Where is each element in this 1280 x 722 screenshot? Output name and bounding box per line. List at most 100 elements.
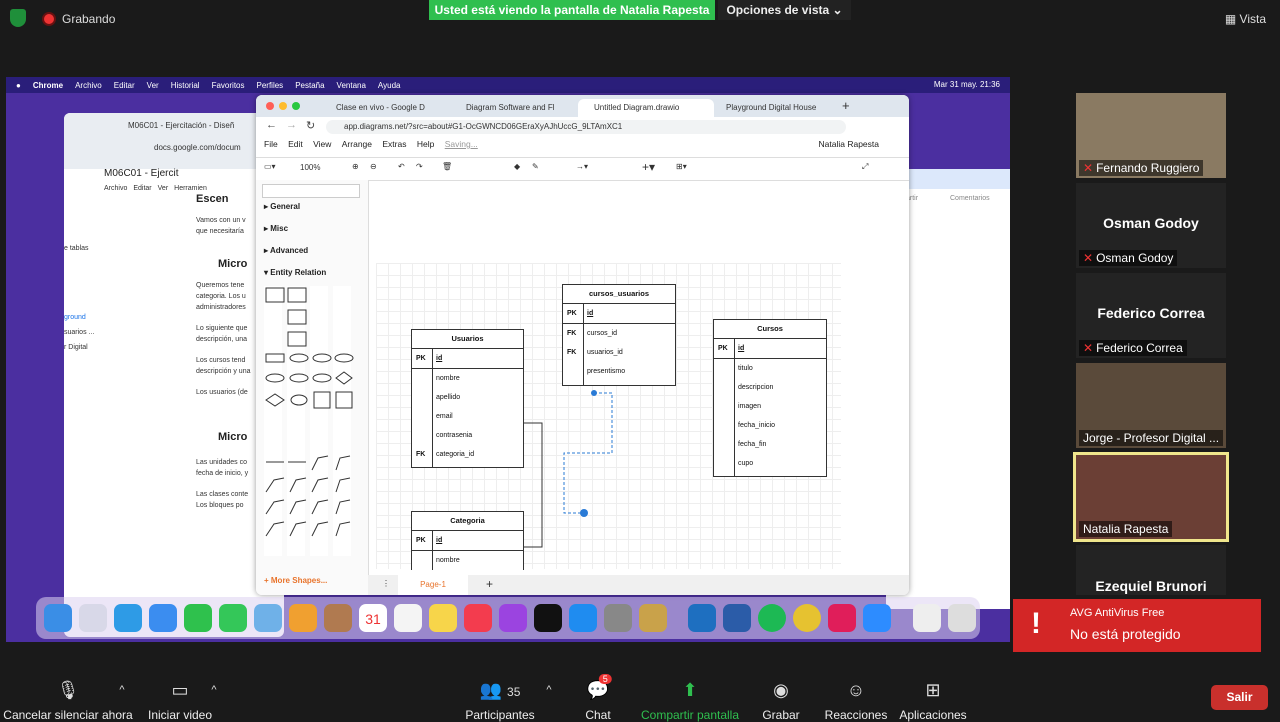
field-name[interactable]: nombre — [436, 369, 460, 388]
docs-url[interactable]: docs.google.com/docum — [154, 143, 241, 152]
zoom-in-icon[interactable]: ⊕ — [352, 162, 359, 171]
apple-tv-icon[interactable] — [534, 604, 562, 632]
entity-title[interactable]: Cursos — [714, 320, 826, 339]
apps-icon[interactable]: ⊞ — [925, 680, 940, 701]
field-name[interactable]: id — [436, 531, 442, 550]
entity-title[interactable]: cursos_usuarios — [563, 285, 675, 304]
close-window-icon[interactable] — [266, 102, 274, 110]
field-name[interactable]: fecha_inicio — [738, 416, 775, 435]
field-name[interactable]: email — [436, 407, 453, 426]
field-name[interactable]: cursos_id — [587, 324, 617, 343]
delete-icon[interactable]: 🗑 — [442, 162, 452, 171]
view-button[interactable]: ▦ Vista — [1225, 12, 1266, 26]
share-screen-button[interactable]: Compartir pantalla — [641, 708, 739, 722]
participants-icon[interactable]: 👥 35 — [480, 680, 521, 701]
field-name[interactable]: categoria_id — [436, 445, 474, 464]
document-icon[interactable] — [913, 604, 941, 632]
menu-view[interactable]: View — [313, 139, 331, 149]
participants-chevron-icon[interactable]: ^ — [546, 684, 551, 696]
browser-tab[interactable]: Playground Digital House — [710, 99, 846, 117]
fill-color-icon[interactable]: ◆ — [514, 162, 520, 171]
mac-menu-item[interactable]: Editar — [114, 81, 135, 90]
participant-tile[interactable]: Osman Godoy ✕ Osman Godoy — [1076, 183, 1226, 268]
chat-button[interactable]: Chat — [585, 708, 610, 722]
line-color-icon[interactable]: ✎ — [532, 162, 539, 171]
search-shapes-input[interactable] — [262, 184, 360, 198]
er-shapes-palette[interactable] — [264, 286, 356, 556]
entity-title[interactable]: Categoria — [412, 512, 523, 531]
menu-arrange[interactable]: Arrange — [342, 139, 372, 149]
menu-help[interactable]: Help — [417, 139, 434, 149]
new-tab-icon[interactable]: + — [842, 98, 850, 113]
maximize-window-icon[interactable] — [292, 102, 300, 110]
doc-title[interactable]: M06C01 - Ejercit — [104, 168, 178, 179]
security-shield-icon[interactable] — [10, 9, 26, 27]
unmute-button[interactable]: Cancelar silenciar ahora — [3, 708, 132, 722]
mac-menu-app[interactable]: Chrome — [33, 81, 63, 90]
avg-notification[interactable]: ! AVG AntiVirus Free No está protegido — [1013, 599, 1261, 652]
field-name[interactable]: id — [587, 304, 593, 323]
mac-menu-item[interactable]: Favoritos — [212, 81, 245, 90]
video-off-icon[interactable]: ▭ — [171, 680, 188, 701]
mail-icon[interactable] — [149, 604, 177, 632]
sidebar-section[interactable]: ▸ General — [264, 202, 300, 211]
sidebar-section[interactable]: ▸ Advanced — [264, 246, 308, 255]
page-tab[interactable]: Page-1 — [398, 575, 468, 595]
menu-extras[interactable]: Extras — [382, 139, 406, 149]
maps-icon[interactable] — [254, 604, 282, 632]
zoom-app-icon[interactable] — [863, 604, 891, 632]
launchpad-icon[interactable] — [79, 604, 107, 632]
mac-menu-item[interactable]: Ayuda — [378, 81, 401, 90]
menu-edit[interactable]: Edit — [288, 139, 303, 149]
photos-icon[interactable] — [289, 604, 317, 632]
apps-button[interactable]: Aplicaciones — [899, 708, 966, 722]
video-options-chevron-icon[interactable]: ^ — [211, 684, 216, 696]
pages-menu-icon[interactable]: ⋮ — [382, 579, 390, 588]
mac-menu-item[interactable]: Archivo — [75, 81, 102, 90]
entity-title[interactable]: Usuarios — [412, 330, 523, 349]
outline-item[interactable]: e tablas — [64, 245, 94, 252]
reminders-icon[interactable] — [394, 604, 422, 632]
mac-clock[interactable]: Mar 31 may. 21:36 — [934, 80, 1000, 89]
finder-icon[interactable] — [44, 604, 72, 632]
chrome-icon[interactable] — [793, 604, 821, 632]
browser-tab-active[interactable]: Untitled Diagram.drawio — [578, 99, 714, 117]
diagram-canvas[interactable]: Usuarios PK id nombre apellido email cont… — [376, 263, 841, 570]
mac-menu-item[interactable]: Historial — [171, 81, 200, 90]
sidebar-section[interactable]: ▸ Misc — [264, 224, 288, 233]
slack-icon[interactable] — [828, 604, 856, 632]
music-icon[interactable] — [464, 604, 492, 632]
recording-indicator[interactable]: Grabando — [42, 12, 115, 26]
back-icon[interactable]: ← — [266, 119, 277, 131]
fullscreen-icon[interactable]: ⤢ — [862, 162, 868, 172]
share-screen-icon[interactable]: ⬆ — [682, 680, 697, 701]
field-name[interactable]: presentismo — [587, 362, 625, 381]
participant-tile-active-speaker[interactable]: Natalia Rapesta — [1073, 452, 1229, 542]
field-name[interactable]: nombre — [436, 551, 460, 570]
trash-icon[interactable] — [948, 604, 976, 632]
docs-menu-item[interactable]: Herramien — [174, 185, 207, 192]
minimize-window-icon[interactable] — [279, 102, 287, 110]
app-store-icon[interactable] — [569, 604, 597, 632]
comments-button[interactable]: Comentarios — [950, 195, 990, 202]
field-name[interactable]: descripcion — [738, 378, 773, 397]
docs-tab[interactable]: M06C01 - Ejercitación - Diseñ — [128, 121, 234, 130]
participant-tile[interactable]: ✕ Fernando Ruggiero — [1076, 93, 1226, 178]
entity-categoria[interactable]: Categoria PK id nombre — [411, 511, 524, 570]
google-docs-window[interactable]: M06C01 - Ejercitación - Diseñ docs.googl… — [64, 113, 284, 637]
podcasts-icon[interactable] — [499, 604, 527, 632]
messages-icon[interactable] — [219, 604, 247, 632]
browser-tab[interactable]: Clase en vivo - Google D — [320, 99, 454, 117]
forward-icon[interactable]: → — [286, 119, 297, 131]
outline-item[interactable]: ground — [64, 314, 94, 321]
safari-icon[interactable] — [114, 604, 142, 632]
mac-menu-item[interactable]: Ver — [147, 81, 159, 90]
mute-options-chevron-icon[interactable]: ^ — [119, 684, 124, 696]
docs-menu-item[interactable]: Editar — [133, 185, 151, 192]
menu-file[interactable]: File — [264, 139, 278, 149]
redo-icon[interactable]: ↷ — [416, 162, 423, 171]
more-shapes-button[interactable]: + More Shapes... — [264, 576, 327, 585]
undo-icon[interactable]: ↶ — [398, 162, 405, 171]
field-name[interactable]: titulo — [738, 359, 753, 378]
table-icon[interactable]: ⊞▾ — [676, 162, 687, 171]
